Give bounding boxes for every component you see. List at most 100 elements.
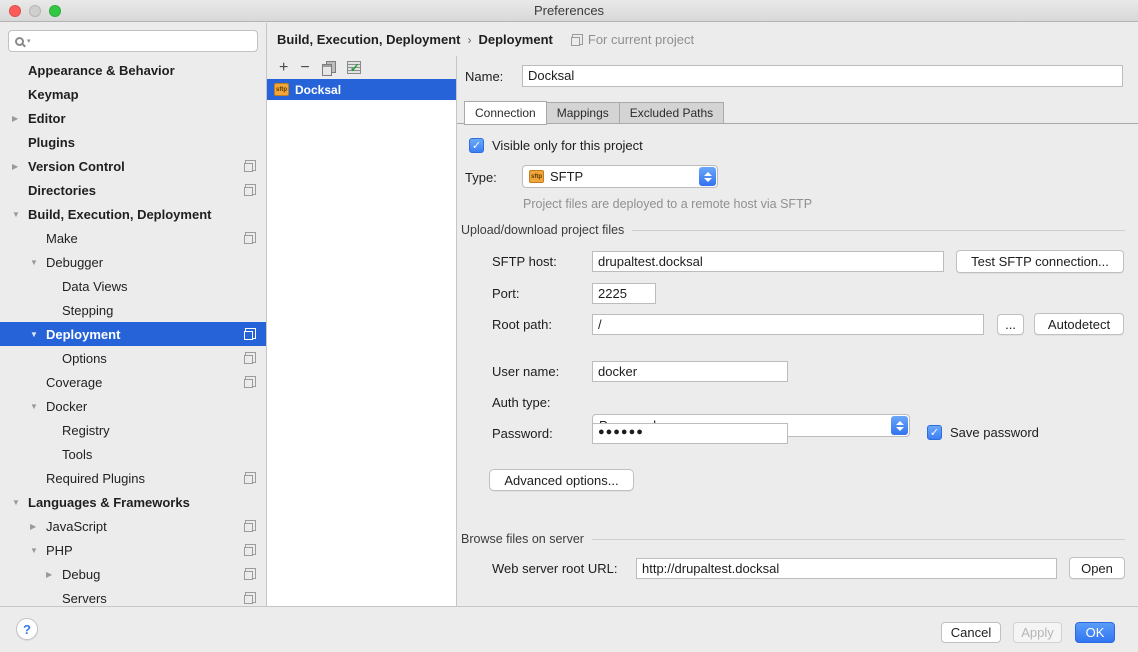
sftp-host-input[interactable]: drupaltest.docksal xyxy=(592,251,944,272)
remove-server-button[interactable]: − xyxy=(300,59,309,77)
user-name-input[interactable]: docker xyxy=(592,361,788,382)
save-password-row: Save password xyxy=(927,425,1039,440)
password-input[interactable]: ●●●●●● xyxy=(592,423,788,444)
project-level-icon xyxy=(244,592,256,604)
type-value: SFTP xyxy=(550,169,583,184)
chevron-right-icon[interactable] xyxy=(30,522,46,531)
browse-root-path-button[interactable]: ... xyxy=(997,314,1024,335)
breadcrumb-parent[interactable]: Build, Execution, Deployment xyxy=(277,32,460,47)
save-password-checkbox[interactable] xyxy=(927,425,942,440)
chevron-down-icon[interactable] xyxy=(30,330,46,339)
settings-tree: Appearance & Behavior Keymap Editor Plug… xyxy=(0,58,266,610)
sidebar-item-options[interactable]: Options xyxy=(0,346,266,370)
breadcrumb: Build, Execution, Deployment › Deploymen… xyxy=(267,23,1138,56)
add-server-button[interactable]: + xyxy=(279,59,288,77)
section-divider xyxy=(592,539,1125,540)
chevron-down-icon[interactable] xyxy=(12,210,28,219)
use-as-default-icon[interactable] xyxy=(347,61,361,74)
tab-excluded-paths[interactable]: Excluded Paths xyxy=(620,102,724,124)
web-root-label: Web server root URL: xyxy=(492,561,617,576)
sidebar-item-version-control[interactable]: Version Control xyxy=(0,154,266,178)
open-button[interactable]: Open xyxy=(1069,557,1125,579)
visible-only-checkbox-row: Visible only for this project xyxy=(469,138,643,153)
sidebar-item-php[interactable]: PHP xyxy=(0,538,266,562)
chevron-right-icon[interactable] xyxy=(12,114,28,123)
sidebar-item-javascript[interactable]: JavaScript xyxy=(0,514,266,538)
sidebar-item-editor[interactable]: Editor xyxy=(0,106,266,130)
sidebar-item-directories[interactable]: Directories xyxy=(0,178,266,202)
sidebar-item-docker[interactable]: Docker xyxy=(0,394,266,418)
project-level-icon xyxy=(244,328,256,340)
server-list-toolbar: + − xyxy=(267,56,456,79)
project-level-icon xyxy=(244,544,256,556)
advanced-options-button[interactable]: Advanced options... xyxy=(489,469,634,491)
password-label: Password: xyxy=(492,426,553,441)
apply-button: Apply xyxy=(1013,622,1062,643)
visible-only-label: Visible only for this project xyxy=(492,138,643,153)
search-input[interactable]: ▾ xyxy=(8,30,258,52)
sidebar-item-data-views[interactable]: Data Views xyxy=(0,274,266,298)
preferences-window: Preferences ▾ Appearance & Behavior Keym… xyxy=(0,0,1138,652)
name-input[interactable]: Docksal xyxy=(522,65,1123,87)
chevron-right-icon[interactable] xyxy=(46,570,62,579)
copy-server-icon[interactable] xyxy=(322,61,335,75)
server-list-panel: + − sftp Docksal xyxy=(267,56,457,606)
sidebar-item-tools[interactable]: Tools xyxy=(0,442,266,466)
name-label: Name: xyxy=(465,69,503,84)
sidebar-item-languages-frameworks[interactable]: Languages & Frameworks xyxy=(0,490,266,514)
sidebar-item-deployment[interactable]: Deployment xyxy=(0,322,266,346)
sidebar-item-appearance-behavior[interactable]: Appearance & Behavior xyxy=(0,58,266,82)
tab-mappings[interactable]: Mappings xyxy=(547,102,620,124)
traffic-lights xyxy=(9,5,61,17)
project-level-icon xyxy=(244,184,256,196)
save-password-label: Save password xyxy=(950,425,1039,440)
test-sftp-connection-button[interactable]: Test SFTP connection... xyxy=(956,250,1124,273)
select-stepper-icon[interactable] xyxy=(699,167,716,186)
sidebar-item-plugins[interactable]: Plugins xyxy=(0,130,266,154)
cancel-button[interactable]: Cancel xyxy=(941,622,1001,643)
sidebar-item-build-execution-deployment[interactable]: Build, Execution, Deployment xyxy=(0,202,266,226)
minimize-window-button xyxy=(29,5,41,17)
sidebar-item-coverage[interactable]: Coverage xyxy=(0,370,266,394)
dialog-footer: ? Cancel Apply OK xyxy=(0,606,1138,652)
sidebar-item-stepping[interactable]: Stepping xyxy=(0,298,266,322)
ok-button[interactable]: OK xyxy=(1075,622,1115,643)
sftp-file-icon: sftp xyxy=(274,83,289,96)
port-label: Port: xyxy=(492,286,519,301)
search-filter-caret-icon[interactable]: ▾ xyxy=(27,37,31,45)
chevron-down-icon[interactable] xyxy=(30,546,46,555)
sidebar-item-required-plugins[interactable]: Required Plugins xyxy=(0,466,266,490)
sidebar-item-debugger[interactable]: Debugger xyxy=(0,250,266,274)
sidebar-item-registry[interactable]: Registry xyxy=(0,418,266,442)
project-level-icon xyxy=(244,376,256,388)
web-root-input[interactable]: http://drupaltest.docksal xyxy=(636,558,1057,579)
help-button[interactable]: ? xyxy=(16,618,38,640)
chevron-down-icon[interactable] xyxy=(12,498,28,507)
server-list-item-docksal[interactable]: sftp Docksal xyxy=(267,79,456,100)
select-stepper-icon[interactable] xyxy=(891,416,908,435)
type-select[interactable]: sftp SFTP xyxy=(522,165,718,188)
port-input[interactable]: 2225 xyxy=(592,283,656,304)
section-divider xyxy=(632,230,1125,231)
project-level-icon xyxy=(244,232,256,244)
root-path-input[interactable]: / xyxy=(592,314,984,335)
autodetect-button[interactable]: Autodetect xyxy=(1034,313,1124,335)
tab-connection[interactable]: Connection xyxy=(464,101,547,125)
root-path-label: Root path: xyxy=(492,317,552,332)
sidebar-item-keymap[interactable]: Keymap xyxy=(0,82,266,106)
chevron-down-icon[interactable] xyxy=(30,402,46,411)
chevron-right-icon[interactable] xyxy=(12,162,28,171)
project-level-icon xyxy=(244,352,256,364)
sidebar-item-debug[interactable]: Debug xyxy=(0,562,266,586)
chevron-down-icon[interactable] xyxy=(30,258,46,267)
zoom-window-button[interactable] xyxy=(49,5,61,17)
sidebar-item-make[interactable]: Make xyxy=(0,226,266,250)
window-title: Preferences xyxy=(0,0,1138,21)
close-window-button[interactable] xyxy=(9,5,21,17)
type-hint: Project files are deployed to a remote h… xyxy=(523,197,812,211)
tab-bar: Connection Mappings Excluded Paths xyxy=(464,101,724,124)
visible-only-checkbox[interactable] xyxy=(469,138,484,153)
breadcrumb-current: Deployment xyxy=(478,32,552,47)
type-label: Type: xyxy=(465,170,497,185)
settings-sidebar: ▾ Appearance & Behavior Keymap Editor Pl… xyxy=(0,23,267,606)
